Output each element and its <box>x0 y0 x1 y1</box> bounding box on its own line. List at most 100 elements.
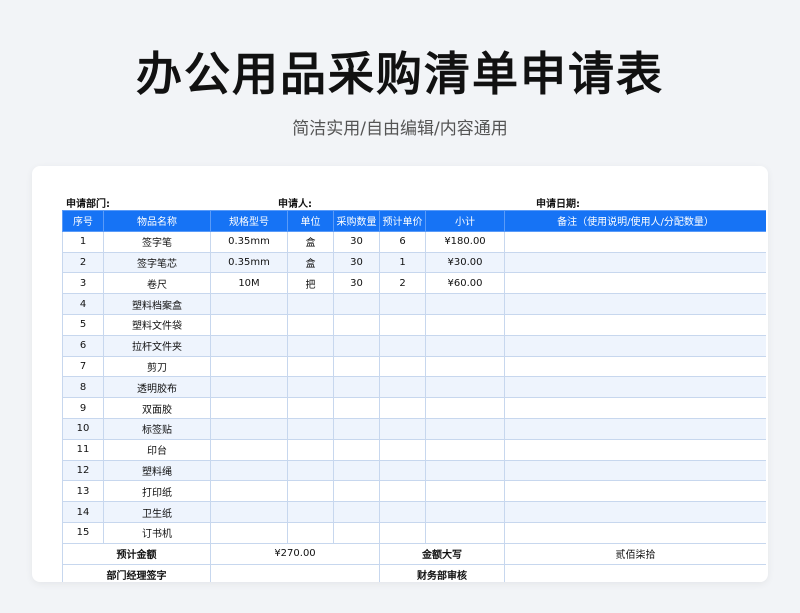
table-cell[interactable] <box>210 480 288 503</box>
table-cell[interactable] <box>379 417 426 440</box>
table-cell[interactable] <box>287 459 334 482</box>
date-label[interactable]: 申请日期: <box>536 195 580 210</box>
table-cell[interactable] <box>333 376 380 399</box>
table-cell[interactable] <box>504 480 766 503</box>
table-cell[interactable] <box>333 480 380 503</box>
table-cell[interactable] <box>379 480 426 503</box>
column-header[interactable]: 备注（使用说明/使用人/分配数量） <box>504 210 766 232</box>
table-cell[interactable] <box>425 293 505 315</box>
column-header[interactable]: 单位 <box>287 210 334 232</box>
table-cell[interactable]: 4 <box>62 293 104 315</box>
table-cell[interactable] <box>425 459 505 482</box>
table-cell[interactable] <box>210 313 288 336</box>
finance-review-cell[interactable] <box>504 563 766 582</box>
table-cell[interactable] <box>287 334 334 357</box>
table-cell[interactable]: 7 <box>62 355 104 378</box>
table-cell[interactable]: 3 <box>62 272 104 295</box>
table-cell[interactable] <box>504 313 766 336</box>
department-label[interactable]: 申请部门: <box>66 195 110 210</box>
table-cell[interactable] <box>333 521 380 544</box>
table-cell[interactable]: 签字笔 <box>103 230 211 253</box>
applicant-label[interactable]: 申请人: <box>278 195 312 210</box>
table-cell[interactable] <box>333 334 380 357</box>
table-cell[interactable] <box>379 376 426 399</box>
table-cell[interactable] <box>504 230 766 253</box>
table-cell[interactable] <box>333 459 380 482</box>
table-cell[interactable]: 6 <box>62 334 104 357</box>
table-cell[interactable]: 1 <box>62 230 104 253</box>
column-header[interactable]: 采购数量 <box>333 210 380 232</box>
table-cell[interactable] <box>287 521 334 544</box>
table-cell[interactable]: 塑料文件袋 <box>103 313 211 336</box>
table-cell[interactable]: 卫生纸 <box>103 501 211 523</box>
table-cell[interactable] <box>379 397 426 419</box>
table-cell[interactable] <box>333 438 380 461</box>
table-cell[interactable] <box>287 376 334 399</box>
table-cell[interactable]: 订书机 <box>103 521 211 544</box>
table-cell[interactable]: 30 <box>333 272 380 295</box>
table-cell[interactable] <box>504 355 766 378</box>
table-cell[interactable]: 30 <box>333 230 380 253</box>
table-cell[interactable]: 盒 <box>287 230 334 253</box>
table-cell[interactable]: 30 <box>333 251 380 274</box>
table-cell[interactable] <box>504 293 766 315</box>
table-cell[interactable] <box>425 376 505 399</box>
table-cell[interactable]: 14 <box>62 501 104 523</box>
table-cell[interactable] <box>210 376 288 399</box>
table-cell[interactable] <box>210 334 288 357</box>
table-cell[interactable]: 卷尺 <box>103 272 211 295</box>
table-cell[interactable]: 剪刀 <box>103 355 211 378</box>
table-cell[interactable]: 双面胶 <box>103 397 211 419</box>
table-cell[interactable] <box>287 293 334 315</box>
table-cell[interactable]: 6 <box>379 230 426 253</box>
table-cell[interactable] <box>287 438 334 461</box>
table-cell[interactable] <box>425 501 505 523</box>
table-cell[interactable]: ¥60.00 <box>425 272 505 295</box>
table-cell[interactable] <box>504 521 766 544</box>
table-cell[interactable]: 12 <box>62 459 104 482</box>
table-cell[interactable]: 0.35mm <box>210 251 288 274</box>
table-cell[interactable] <box>210 355 288 378</box>
table-cell[interactable] <box>287 313 334 336</box>
table-cell[interactable] <box>504 417 766 440</box>
table-cell[interactable]: 10M <box>210 272 288 295</box>
table-cell[interactable]: 0.35mm <box>210 230 288 253</box>
total-value[interactable]: ¥270.00 <box>210 542 380 565</box>
table-cell[interactable] <box>504 397 766 419</box>
table-cell[interactable] <box>425 438 505 461</box>
table-cell[interactable]: 13 <box>62 480 104 503</box>
table-cell[interactable] <box>504 251 766 274</box>
table-cell[interactable] <box>504 376 766 399</box>
table-cell[interactable] <box>379 334 426 357</box>
table-cell[interactable] <box>287 480 334 503</box>
table-cell[interactable] <box>425 397 505 419</box>
table-cell[interactable] <box>379 459 426 482</box>
table-cell[interactable]: 打印纸 <box>103 480 211 503</box>
table-cell[interactable] <box>425 521 505 544</box>
table-cell[interactable] <box>504 501 766 523</box>
table-cell[interactable] <box>504 272 766 295</box>
table-cell[interactable] <box>210 293 288 315</box>
table-cell[interactable]: 1 <box>379 251 426 274</box>
table-cell[interactable] <box>287 501 334 523</box>
table-cell[interactable] <box>210 521 288 544</box>
column-header[interactable]: 小计 <box>425 210 505 232</box>
table-cell[interactable]: 塑料绳 <box>103 459 211 482</box>
table-cell[interactable]: 15 <box>62 521 104 544</box>
table-cell[interactable] <box>379 313 426 336</box>
table-cell[interactable]: 盒 <box>287 251 334 274</box>
table-cell[interactable]: 11 <box>62 438 104 461</box>
table-cell[interactable] <box>333 293 380 315</box>
table-cell[interactable] <box>425 313 505 336</box>
table-cell[interactable] <box>333 417 380 440</box>
table-cell[interactable] <box>504 334 766 357</box>
column-header[interactable]: 物品名称 <box>103 210 211 232</box>
table-cell[interactable] <box>425 355 505 378</box>
table-cell[interactable]: 塑料档案盒 <box>103 293 211 315</box>
table-cell[interactable] <box>210 438 288 461</box>
table-cell[interactable] <box>504 438 766 461</box>
table-cell[interactable]: 9 <box>62 397 104 419</box>
table-cell[interactable] <box>379 293 426 315</box>
table-cell[interactable] <box>287 397 334 419</box>
table-cell[interactable] <box>379 355 426 378</box>
